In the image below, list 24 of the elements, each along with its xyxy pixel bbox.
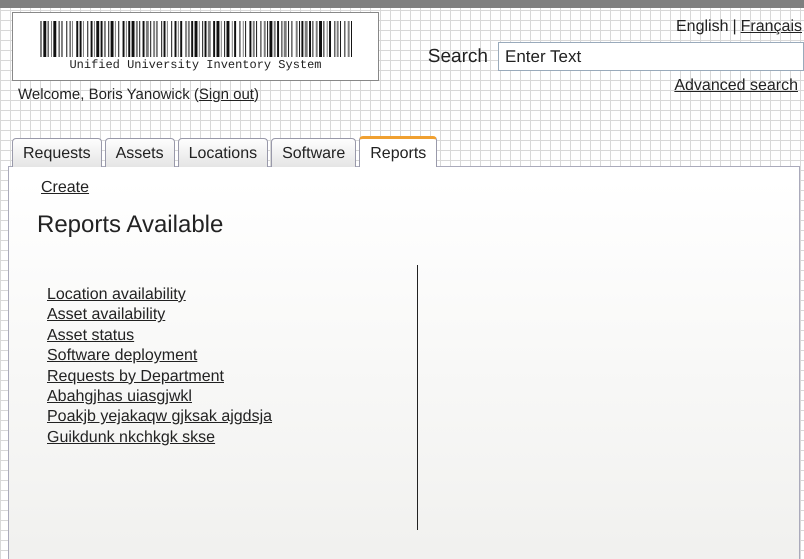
language-link[interactable]: Français — [740, 18, 802, 36]
report-link[interactable]: Asset status — [47, 326, 134, 346]
report-link[interactable]: Guikdunk nkchkgk skse — [47, 428, 216, 448]
advanced-search-link[interactable]: Advanced search — [674, 77, 798, 95]
tab[interactable]: Reports — [359, 136, 438, 167]
welcome-text: Welcome, Boris Yanowick (Sign out) — [18, 86, 260, 103]
report-link[interactable]: Poakjb yejakaqw gjksak ajgdsja — [47, 407, 272, 428]
tab[interactable]: Requests — [12, 138, 102, 167]
page-heading: Reports Available — [37, 211, 224, 239]
search-label: Search — [428, 46, 488, 68]
language-link[interactable]: English — [676, 18, 728, 36]
logo-text: Unified University Inventory System — [69, 58, 322, 72]
report-link[interactable]: Asset availability — [47, 305, 166, 326]
tab[interactable]: Software — [271, 138, 356, 167]
sign-out-link[interactable]: Sign out — [198, 86, 254, 103]
report-link[interactable]: Abahgjhas uiasgjwkl — [47, 387, 192, 408]
report-link[interactable]: Location availability — [47, 285, 186, 306]
report-link[interactable]: Software deployment — [47, 346, 198, 367]
tab[interactable]: Locations — [178, 138, 268, 167]
tab[interactable]: Assets — [104, 138, 175, 167]
report-link[interactable]: Requests by Department — [47, 366, 224, 388]
language-separator: | — [732, 18, 737, 36]
search-field[interactable]: Enter Text — [498, 42, 804, 71]
create-link[interactable]: Create — [41, 179, 90, 197]
